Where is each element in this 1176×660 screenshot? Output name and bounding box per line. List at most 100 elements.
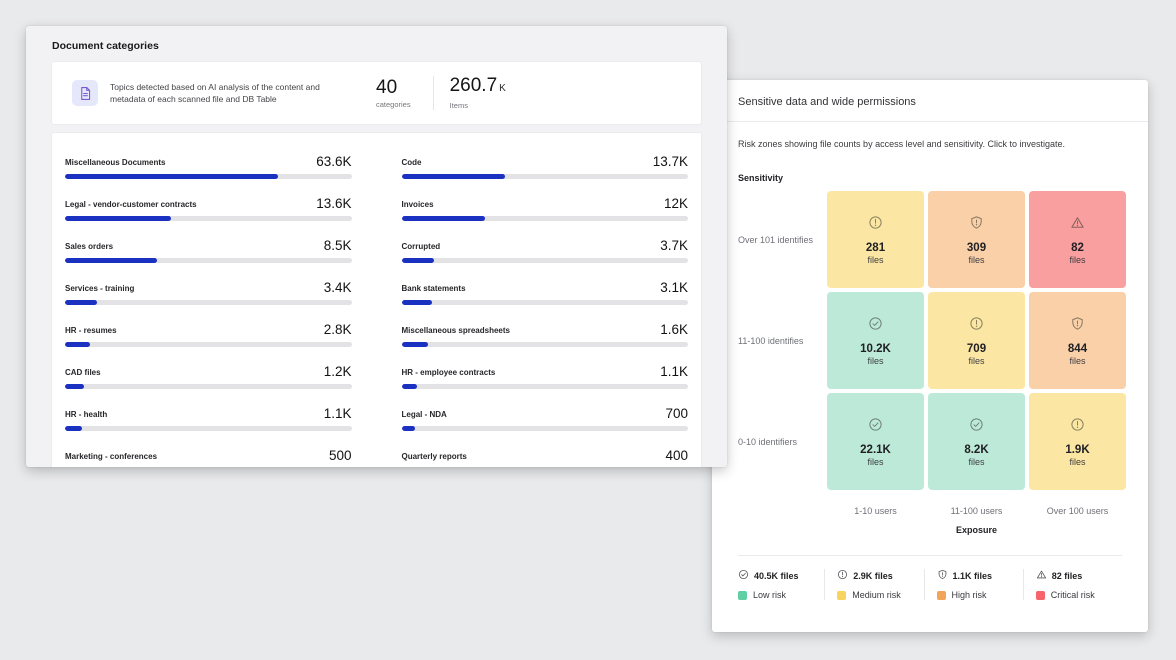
legend-label: High risk — [952, 590, 987, 600]
cell-unit: files — [968, 457, 984, 467]
cell-unit: files — [1069, 356, 1085, 366]
matrix-cell[interactable]: 844 files — [1029, 292, 1126, 389]
legend-swatch — [1036, 591, 1045, 600]
category-label: HR - health — [65, 410, 107, 421]
category-label: Corrupted — [402, 242, 441, 253]
panel-title: Sensitive data and wide permissions — [712, 80, 1148, 122]
category-label: HR - resumes — [65, 326, 117, 337]
category-bar — [402, 174, 689, 179]
matrix-cell[interactable]: 22.1K files — [827, 393, 924, 490]
shield-alert-icon — [969, 215, 984, 235]
row-label: 0-10 identifiers — [738, 437, 823, 447]
matrix-cell[interactable]: 8.2K files — [928, 393, 1025, 490]
category-bar — [402, 258, 689, 263]
x-tick: 11-100 users — [928, 506, 1025, 516]
category-row[interactable]: Sales orders 8.5K — [65, 238, 352, 263]
category-value: 1.1K — [660, 364, 688, 379]
category-row[interactable]: Corrupted 3.7K — [402, 238, 689, 263]
legend-count: 1.1K files — [953, 571, 993, 581]
category-value: 2.8K — [324, 322, 352, 337]
legend-label: Medium risk — [852, 590, 901, 600]
category-label: Miscellaneous Documents — [65, 158, 165, 169]
items-stat: 260.7K Items — [450, 76, 506, 110]
legend-item-medium: 2.9K files Medium risk — [824, 569, 923, 600]
category-bar — [402, 216, 689, 221]
stat-divider — [433, 76, 434, 110]
matrix-cell[interactable]: 281 files — [827, 191, 924, 288]
panel-description: Risk zones showing file counts by access… — [738, 139, 1122, 149]
check-circle-icon — [969, 417, 984, 437]
category-value: 500 — [329, 448, 352, 463]
categories-label: categories — [376, 100, 411, 109]
sensitive-data-panel: Sensitive data and wide permissions Risk… — [712, 80, 1148, 632]
category-value: 700 — [665, 406, 688, 421]
cell-count: 309 — [967, 242, 986, 254]
matrix-cell[interactable]: 1.9K files — [1029, 393, 1126, 490]
summary-description: Topics detected based on AI analysis of … — [110, 81, 328, 105]
category-label: Miscellaneous spreadsheets — [402, 326, 511, 337]
category-row[interactable]: CAD files1.2K — [65, 364, 352, 389]
check-circle-icon — [738, 569, 749, 582]
alert-circle-icon — [1070, 417, 1085, 437]
cell-count: 10.2K — [860, 343, 891, 355]
category-column-right: Code 13.7K Invoices12K Corrupted 3.7K Bank… — [402, 154, 689, 467]
cell-count: 281 — [866, 242, 885, 254]
cell-count: 82 — [1071, 242, 1084, 254]
category-row[interactable]: Miscellaneous spreadsheets1.6K — [402, 322, 689, 347]
category-row[interactable]: Marketing - conferences 500 — [65, 448, 352, 467]
matrix-cell[interactable]: 82 files — [1029, 191, 1126, 288]
category-bar — [65, 216, 352, 221]
category-list-card: Miscellaneous Documents 63.6K Legal - ven… — [52, 133, 701, 467]
category-row[interactable]: Invoices12K — [402, 196, 689, 221]
check-circle-icon — [868, 417, 883, 437]
x-axis-label: Exposure — [827, 525, 1126, 535]
category-label: Sales orders — [65, 242, 113, 253]
category-row[interactable]: Services - training3.4K — [65, 280, 352, 305]
legend-label: Low risk — [753, 590, 786, 600]
category-value: 1.1K — [324, 406, 352, 421]
category-row[interactable]: Legal - vendor-customer contracts13.6K — [65, 196, 352, 221]
legend-count: 82 files — [1052, 571, 1083, 581]
cell-unit: files — [867, 356, 883, 366]
ai-document-icon — [72, 80, 98, 106]
category-value: 3.4K — [324, 280, 352, 295]
category-value: 13.6K — [316, 196, 351, 211]
matrix-cell[interactable]: 10.2K files — [827, 292, 924, 389]
legend-count: 2.9K files — [853, 571, 893, 581]
category-label: Marketing - conferences — [65, 452, 157, 463]
category-row[interactable]: HR - health 1.1K — [65, 406, 352, 431]
cell-unit: files — [968, 356, 984, 366]
check-circle-icon — [868, 316, 883, 336]
category-row[interactable]: Bank statements3.1K — [402, 280, 689, 305]
category-label: Invoices — [402, 200, 434, 211]
category-bar — [402, 426, 689, 431]
matrix-cell[interactable]: 309 files — [928, 191, 1025, 288]
alert-circle-icon — [868, 215, 883, 235]
matrix-cell[interactable]: 709 files — [928, 292, 1025, 389]
category-row[interactable]: Quarterly reports400 — [402, 448, 689, 467]
category-row[interactable]: Legal - NDA 700 — [402, 406, 689, 431]
category-bar — [402, 384, 689, 389]
legend-swatch — [837, 591, 846, 600]
category-label: Legal - NDA — [402, 410, 447, 421]
cell-count: 844 — [1068, 343, 1087, 355]
category-row[interactable]: Miscellaneous Documents 63.6K — [65, 154, 352, 179]
category-value: 63.6K — [316, 154, 351, 169]
category-value: 3.7K — [660, 238, 688, 253]
category-row[interactable]: HR - employee contracts1.1K — [402, 364, 689, 389]
category-row[interactable]: Code 13.7K — [402, 154, 689, 179]
category-bar — [65, 174, 352, 179]
category-bar — [65, 258, 352, 263]
category-label: Code — [402, 158, 422, 169]
legend-swatch — [738, 591, 747, 600]
shield-alert-icon — [937, 569, 948, 582]
category-bar — [402, 342, 689, 347]
alert-circle-icon — [837, 569, 848, 582]
category-bar — [65, 426, 352, 431]
category-value: 13.7K — [653, 154, 688, 169]
triangle-alert-icon — [1036, 569, 1047, 582]
category-row[interactable]: HR - resumes 2.8K — [65, 322, 352, 347]
legend-item-high: 1.1K files High risk — [924, 569, 1023, 600]
category-value: 8.5K — [324, 238, 352, 253]
panel-title: Document categories — [52, 40, 701, 52]
